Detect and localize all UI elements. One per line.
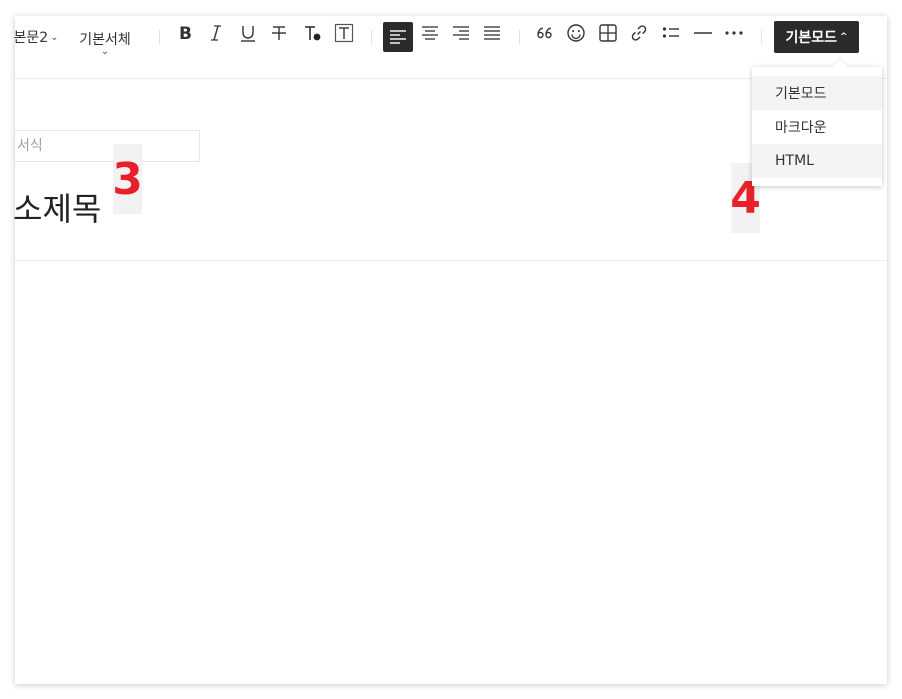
bold-icon[interactable]: B	[175, 22, 197, 44]
link-icon[interactable]	[628, 22, 650, 44]
emoji-icon[interactable]	[565, 22, 587, 44]
text-color-icon[interactable]	[301, 22, 323, 44]
chevron-down-icon: ⌄	[100, 46, 110, 57]
mode-option-basic[interactable]: 기본모드	[752, 76, 882, 110]
mode-option-html[interactable]: HTML	[752, 144, 882, 178]
align-left-icon[interactable]	[383, 22, 413, 52]
mode-option-markdown[interactable]: 마크다운	[752, 110, 882, 144]
align-justify-icon[interactable]	[481, 22, 503, 44]
editor-body[interactable]	[15, 261, 887, 684]
toolbar-separator	[519, 30, 520, 44]
svg-text:B: B	[179, 24, 192, 43]
align-right-icon[interactable]	[450, 22, 472, 44]
subheading-text[interactable]: 소제목	[13, 184, 101, 230]
toolbar-separator	[371, 30, 372, 44]
more-icon[interactable]	[723, 22, 745, 44]
editor-panel: 본문2 ⌄ 기본서체 ⌄ B 기본모드 ^ 기본모드 마크다운 HTML 서식 …	[12, 16, 887, 684]
format-input[interactable]	[14, 130, 200, 162]
quote-icon[interactable]	[534, 22, 556, 44]
horizontal-rule-icon[interactable]	[692, 22, 714, 44]
list-icon[interactable]	[660, 22, 682, 44]
align-center-icon[interactable]	[419, 22, 441, 44]
table-icon[interactable]	[597, 22, 619, 44]
paragraph-style-label: 본문2	[13, 30, 49, 46]
italic-icon[interactable]	[205, 22, 227, 44]
toolbar-separator	[159, 30, 160, 44]
font-family-select[interactable]: 기본서체 ⌄	[73, 22, 137, 62]
strikethrough-icon[interactable]	[268, 22, 290, 44]
underline-icon[interactable]	[237, 22, 259, 44]
editor-mode-button[interactable]: 기본모드 ^	[774, 21, 859, 53]
paragraph-style-select[interactable]: 본문2 ⌄	[12, 22, 60, 52]
chevron-down-icon: ⌄	[50, 31, 59, 43]
text-background-icon[interactable]	[333, 22, 355, 44]
annotation-marker-3: 3	[112, 144, 143, 214]
toolbar-separator	[761, 30, 762, 44]
chevron-up-icon: ^	[839, 32, 848, 42]
editor-mode-label: 기본모드	[785, 30, 837, 46]
editor-mode-dropdown: 기본모드 마크다운 HTML	[752, 67, 882, 186]
